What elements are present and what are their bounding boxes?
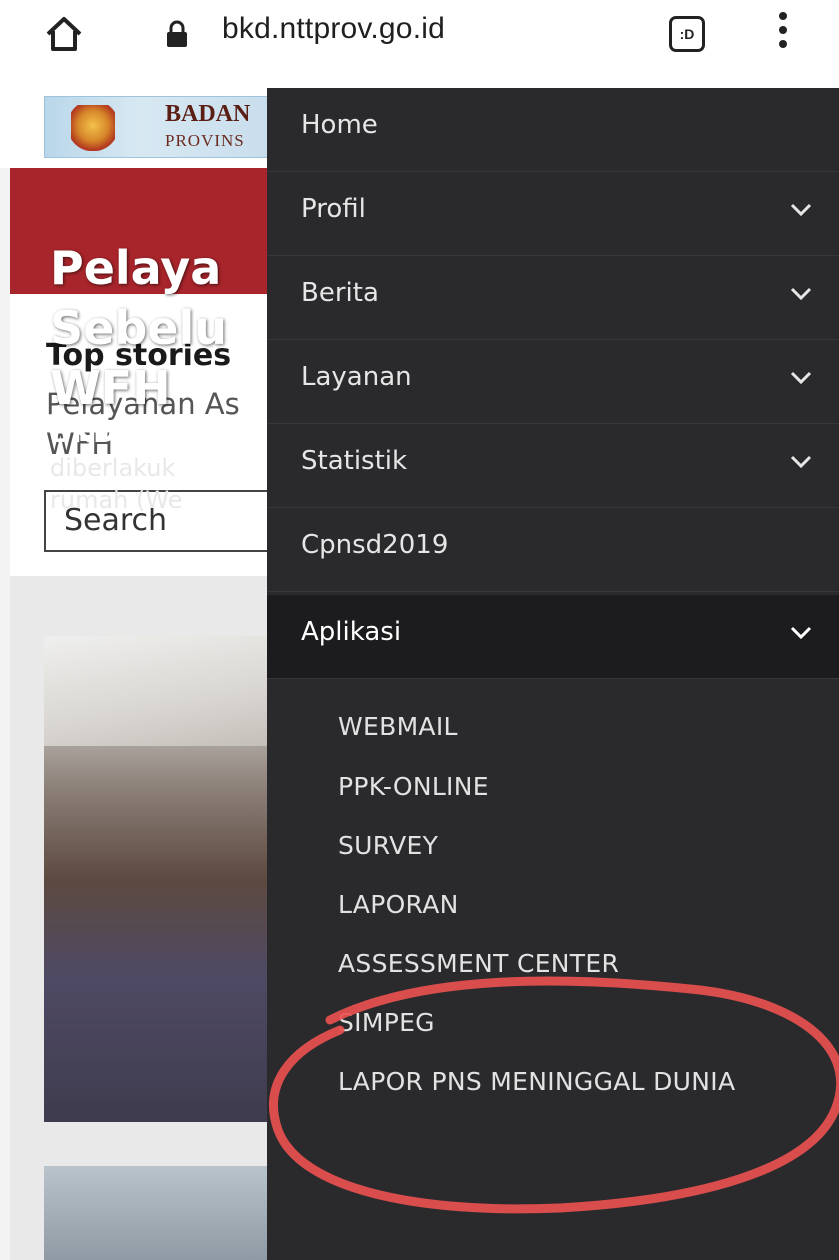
story-title-line: Pelaya [50, 241, 222, 295]
nav-item-aplikasi[interactable]: Aplikasi [267, 595, 839, 679]
logo-title: BADAN [165, 101, 251, 127]
submenu-item-ppk-online[interactable]: PPK-ONLINE [338, 772, 489, 801]
story-excerpt-line: rumah (We [50, 486, 183, 514]
story-image [44, 636, 284, 746]
story-title[interactable]: Pelaya Sebelu WFH [50, 238, 290, 418]
emblem-icon [71, 105, 115, 151]
nav-item-berita[interactable]: Berita [267, 256, 839, 340]
nav-item-statistik[interactable]: Statistik [267, 424, 839, 508]
navigation-drawer: Home Profil Berita Layanan Statistik Cpn… [267, 88, 839, 1260]
nav-item-label: Aplikasi [301, 617, 402, 647]
lock-icon [167, 20, 187, 47]
nav-item-home[interactable]: Home [267, 88, 839, 172]
submenu-item-survey[interactable]: SURVEY [338, 831, 438, 860]
logo-subtitle: PROVINS [165, 131, 245, 150]
home-icon[interactable] [44, 14, 84, 54]
nav-item-label: Berita [301, 278, 379, 308]
site-logo[interactable]: BADAN PROVINS [44, 96, 284, 158]
story-source: BKD.NTTF [50, 416, 209, 449]
submenu-item-simpeg[interactable]: SIMPEG [338, 1008, 435, 1037]
tab-switcher-button[interactable]: :D [669, 16, 705, 52]
chevron-down-icon[interactable] [789, 625, 813, 641]
chevron-down-icon[interactable] [789, 286, 813, 302]
nav-item-label: Profil [301, 194, 366, 224]
story-title-line: WFH [50, 361, 171, 415]
nav-item-label: Cpnsd2019 [301, 530, 449, 560]
browser-toolbar: bkd.nttprov.go.id :D [0, 0, 839, 88]
submenu-item-assessment-center[interactable]: ASSESSMENT CENTER [338, 949, 619, 978]
url-bar[interactable]: bkd.nttprov.go.id [222, 12, 445, 46]
nav-item-label: Statistik [301, 446, 408, 476]
nav-item-layanan[interactable]: Layanan [267, 340, 839, 424]
story-excerpt-line: diberlakuk [50, 454, 176, 482]
browser-menu-icon[interactable] [776, 12, 790, 56]
chevron-down-icon[interactable] [789, 454, 813, 470]
submenu-item-lapor-pns-meninggal-dunia[interactable]: LAPOR PNS MENINGGAL DUNIA [338, 1067, 735, 1096]
nav-item-label: Layanan [301, 362, 412, 392]
chevron-down-icon[interactable] [789, 370, 813, 386]
submenu-item-laporan[interactable]: LAPORAN [338, 890, 459, 919]
nav-item-label: Home [301, 110, 378, 140]
nav-item-cpnsd2019[interactable]: Cpnsd2019 [267, 508, 839, 592]
nav-item-profil[interactable]: Profil [267, 172, 839, 256]
chevron-down-icon[interactable] [789, 202, 813, 218]
next-story-card[interactable] [44, 1166, 284, 1260]
story-card[interactable] [44, 636, 284, 1122]
story-excerpt: diberlakuk rumah (We [50, 452, 240, 516]
submenu-item-webmail[interactable]: WEBMAIL [338, 712, 458, 741]
story-title-line: Sebelu [50, 301, 227, 355]
